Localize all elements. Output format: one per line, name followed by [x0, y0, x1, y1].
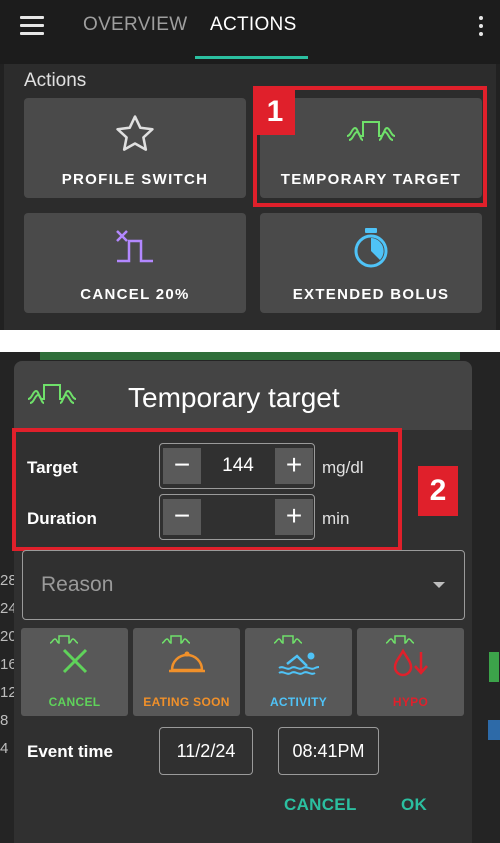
dialog-title: Temporary target	[128, 382, 340, 413]
event-time-field[interactable]: 08:41PM	[278, 727, 379, 775]
preset-eating-soon-button[interactable]: EATING SOON	[133, 628, 240, 716]
graph-bar	[489, 652, 499, 682]
tab-actions[interactable]: ACTIONS	[210, 14, 297, 36]
reason-placeholder: Reason	[41, 573, 114, 596]
graph-edge	[40, 352, 460, 360]
preset-hypo-label: HYPO	[392, 695, 429, 709]
graph-axis-label: 4	[0, 740, 9, 757]
graph-axis-label: 8	[0, 712, 9, 729]
preset-activity-label: ACTIVITY	[269, 695, 328, 709]
app-bar: OVERVIEW ACTIONS	[0, 0, 500, 64]
extended-bolus-button[interactable]: EXTENDED BOLUS	[260, 213, 482, 313]
cancel-tbr-icon	[113, 227, 157, 272]
event-time-label: Event time	[27, 742, 113, 761]
more-options-icon[interactable]	[479, 16, 483, 36]
reason-dropdown[interactable]: Reason	[22, 550, 465, 620]
actions-title: Actions	[24, 70, 87, 91]
dropdown-arrow-icon	[433, 582, 445, 588]
ok-button[interactable]: OK	[401, 795, 427, 815]
temp-target-mini-icon	[161, 633, 191, 651]
profile-switch-label: PROFILE SWITCH	[61, 171, 209, 188]
annotation-label-2: 2	[418, 466, 458, 516]
event-date-field[interactable]: 11/2/24	[159, 727, 253, 775]
preset-activity-button[interactable]: ACTIVITY	[245, 628, 352, 716]
preset-hypo-button[interactable]: HYPO	[357, 628, 464, 716]
tab-overview[interactable]: OVERVIEW	[83, 14, 187, 36]
cancel-temp-basal-label: CANCEL 20%	[80, 286, 190, 303]
preset-eating-soon-label: EATING SOON	[143, 695, 230, 709]
graph-bar	[488, 720, 500, 740]
temp-target-mini-icon	[273, 633, 303, 651]
preset-cancel-label: CANCEL	[48, 695, 101, 709]
annotation-label-1: 1	[255, 89, 295, 135]
highlight-box-2	[12, 428, 402, 551]
preset-cancel-button[interactable]: CANCEL	[21, 628, 128, 716]
cancel-temp-basal-button[interactable]: CANCEL 20%	[24, 213, 246, 313]
timer-icon	[351, 227, 391, 274]
cancel-button[interactable]: CANCEL	[284, 795, 357, 815]
cancel-x-icon	[60, 646, 90, 681]
blood-drop-icon	[391, 648, 431, 683]
temp-target-icon	[26, 381, 78, 416]
cloche-icon	[167, 650, 207, 679]
menu-icon[interactable]	[20, 16, 44, 36]
actions-screen: OVERVIEW ACTIONS Actions PROFILE SWITCH …	[0, 0, 500, 330]
star-icon	[113, 112, 157, 161]
extended-bolus-label: EXTENDED BOLUS	[292, 286, 450, 303]
tab-indicator	[195, 56, 308, 59]
swimmer-icon	[277, 650, 321, 681]
profile-switch-button[interactable]: PROFILE SWITCH	[24, 98, 246, 198]
